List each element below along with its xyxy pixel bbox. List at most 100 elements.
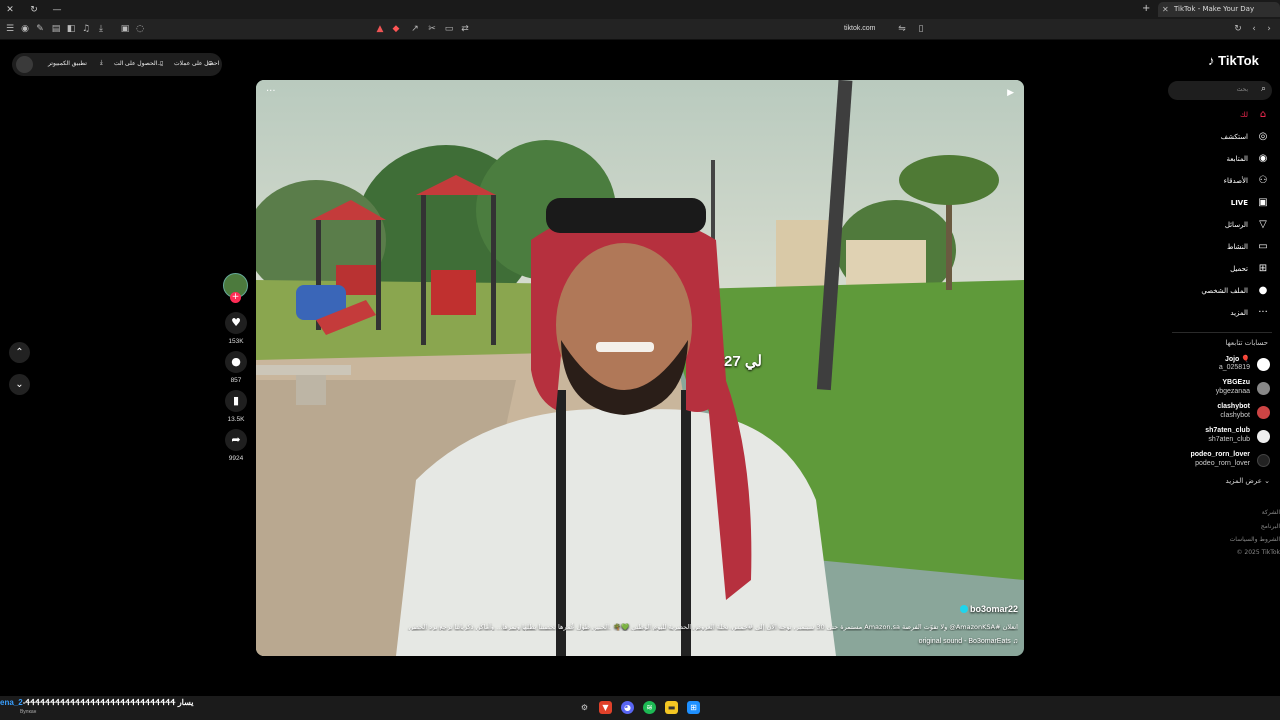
url-bar[interactable]: tiktok.com bbox=[844, 25, 876, 32]
chat-icon[interactable]: ◌ bbox=[134, 23, 146, 35]
following-icon: ◉ bbox=[1258, 153, 1268, 164]
sidebar-label: استكشف bbox=[1220, 133, 1248, 141]
comment-count: 857 bbox=[230, 377, 242, 384]
sidebar-item-messages[interactable]: الرسائل ▽ bbox=[1172, 218, 1272, 232]
menu-icon[interactable]: ☰ bbox=[4, 23, 16, 35]
sound-label[interactable]: original sound - Bo3omarEats bbox=[919, 638, 1011, 645]
search-placeholder: بحث bbox=[1236, 86, 1248, 93]
sidebar-item-following[interactable]: المتابعة ◉ bbox=[1172, 152, 1272, 166]
video-sound[interactable]: original sound - Bo3omarEats ♫ bbox=[919, 638, 1018, 645]
sidebar-label: LIVE bbox=[1230, 199, 1248, 207]
file-explorer-icon[interactable]: ▬ bbox=[665, 701, 678, 714]
tool-icon-3[interactable]: ▭ bbox=[443, 23, 455, 35]
close-icon[interactable]: ✕ bbox=[4, 4, 16, 16]
footer-link[interactable]: البرنامج bbox=[1261, 523, 1280, 530]
toolbar: ☰ ◉ ✎ ▤ ◧ ♫ ⤓ ▣ ◌ ▲ ◆ ↗ ✂ ▭ ⇄ tiktok.com… bbox=[0, 19, 1280, 40]
play-icon[interactable]: ▶ bbox=[1007, 88, 1014, 98]
phone-icon: ▯ bbox=[160, 61, 164, 67]
music-icon[interactable]: ♫ bbox=[80, 23, 92, 35]
download-icon[interactable]: ⤓ bbox=[95, 23, 107, 35]
tab-tiktok[interactable]: ✕ TikTok - Make Your Day bbox=[1158, 2, 1280, 17]
author-handle[interactable]: bo3omar22 bbox=[970, 604, 1018, 614]
footer-link[interactable]: الشروط والسياسات bbox=[1230, 536, 1280, 543]
sidebar-item-live[interactable]: LIVE ▣ bbox=[1172, 196, 1272, 210]
follow-plus-icon[interactable]: + bbox=[230, 292, 241, 303]
next-video-chevron-down-icon[interactable]: ⌄ bbox=[9, 374, 30, 395]
tool-icon-1[interactable]: ↗ bbox=[409, 23, 421, 35]
followed-account[interactable]: podeo_rorn_lover podeo_rorn_lover bbox=[1160, 451, 1270, 471]
see-more-link[interactable]: عرض المزيد ⌄ bbox=[1226, 477, 1270, 485]
note-logo-icon: ♪ bbox=[1208, 53, 1215, 68]
chevron-down-icon: ⌄ bbox=[1264, 477, 1270, 485]
bookmark-icon[interactable]: ▯ bbox=[915, 23, 927, 35]
live-icon: ▣ bbox=[1258, 197, 1268, 208]
desktop-app-link[interactable]: تطبيق الكمبيوتر bbox=[48, 60, 87, 67]
comment-icon[interactable]: ● bbox=[225, 351, 247, 373]
windows-start-icon[interactable]: ⊞ bbox=[687, 701, 700, 714]
get-app-link[interactable]: الحصول على الت... bbox=[114, 60, 162, 67]
share-arrow-icon[interactable]: ➦ bbox=[225, 429, 247, 451]
top-actions-bar: تطبيق الكمبيوتر ⤓ الحصول على الت... ▯ اح… bbox=[12, 53, 222, 76]
account-handle: a_025819 bbox=[1218, 364, 1250, 371]
search-input[interactable]: بحث ⌕ bbox=[1168, 81, 1272, 100]
sidebar-item-friends[interactable]: الأصدقاء ⚇ bbox=[1172, 174, 1272, 188]
discord-icon[interactable]: ◕ bbox=[621, 701, 634, 714]
followed-account[interactable]: clashybot clashybot bbox=[1160, 403, 1270, 423]
sidebar-icon[interactable]: ◧ bbox=[65, 23, 77, 35]
user-avatar[interactable] bbox=[16, 56, 33, 73]
tabs-icon[interactable]: ▤ bbox=[50, 23, 62, 35]
more-options-icon[interactable]: ··· bbox=[266, 86, 276, 97]
footer-link[interactable]: الشركة bbox=[1262, 509, 1280, 516]
settings-gear-icon[interactable]: ⚙ bbox=[578, 701, 591, 714]
new-tab-icon[interactable]: + bbox=[1142, 3, 1150, 14]
followed-account[interactable]: sh7aten_club sh7aten_club bbox=[1160, 427, 1270, 447]
media-subtitle: Вулкан bbox=[20, 709, 37, 715]
sidebar-item-for-you[interactable]: لك ⌂ bbox=[1172, 108, 1272, 122]
activity-icon: ▭ bbox=[1258, 241, 1268, 252]
search-icon[interactable]: ⌕ bbox=[1261, 84, 1266, 94]
reload-icon[interactable]: ↻ bbox=[28, 4, 40, 16]
sidebar-label: الملف الشخصي bbox=[1201, 287, 1248, 295]
forward-icon[interactable]: › bbox=[1263, 23, 1275, 35]
screenshot-icon[interactable]: ▣ bbox=[119, 23, 131, 35]
sidebar-label: المزيد bbox=[1230, 309, 1248, 317]
avatar bbox=[1257, 430, 1270, 443]
following-accounts-title: حسابات تتابعها bbox=[1225, 339, 1268, 347]
previous-video-chevron-up-icon[interactable]: ⌃ bbox=[9, 342, 30, 363]
tool-icon-2[interactable]: ✂ bbox=[426, 23, 438, 35]
refresh-icon[interactable]: ↻ bbox=[1232, 23, 1244, 35]
account-handle: sh7aten_club bbox=[1208, 436, 1250, 443]
brave-icon[interactable]: ◆ bbox=[390, 23, 402, 35]
spotify-icon[interactable]: ≋ bbox=[643, 701, 656, 714]
video-player[interactable]: ··· ▶ لي 27 bo3omar22 انعلان #AmazonKSA@… bbox=[256, 80, 1024, 656]
logo-text: TikTok bbox=[1218, 53, 1259, 68]
sidebar-label: تحميل bbox=[1230, 265, 1248, 273]
friends-icon: ⚇ bbox=[1258, 175, 1268, 186]
sidebar-item-profile[interactable]: الملف الشخصي ● bbox=[1172, 284, 1272, 298]
followed-account[interactable]: YBGEzu ybgezanaa bbox=[1160, 379, 1270, 399]
sidebar-item-activity[interactable]: النشاط ▭ bbox=[1172, 240, 1272, 254]
sidebar-item-upload[interactable]: تحميل ⊞ bbox=[1172, 262, 1272, 276]
back-icon[interactable]: ‹ bbox=[1248, 23, 1260, 35]
brave-browser-icon[interactable]: ▼ bbox=[599, 701, 612, 714]
profile-icon: ● bbox=[1258, 285, 1268, 296]
extension-icon[interactable]: ✎ bbox=[34, 23, 46, 35]
sidebar-item-more[interactable]: المزيد ··· bbox=[1172, 306, 1272, 320]
tool-icon-4[interactable]: ⇄ bbox=[459, 23, 471, 35]
bookmark-icon[interactable]: ▮ bbox=[225, 390, 247, 412]
like-heart-icon[interactable]: ♥ bbox=[225, 312, 247, 334]
shield-icon[interactable]: ◉ bbox=[19, 23, 31, 35]
share-icon[interactable]: ⇋ bbox=[896, 23, 908, 35]
tab-close-icon[interactable]: ✕ bbox=[1162, 2, 1169, 17]
minimize-icon[interactable]: — bbox=[51, 4, 63, 16]
video-frame bbox=[256, 80, 1024, 656]
see-more-label: عرض المزيد bbox=[1225, 477, 1262, 485]
video-author[interactable]: bo3omar22 bbox=[959, 604, 1018, 614]
compass-icon: ◎ bbox=[1258, 131, 1268, 142]
os-taskbar: ena_2-ᏎᏎᏎᏎᏎᏎᏎᏎᏎᏎᏎᏎᏎᏎᏎᏎᏎᏎᏎᏎᏎᏎᏎᏎᏎᏎᏎᏎᏎᏎ يسا… bbox=[0, 696, 1280, 720]
followed-account[interactable]: Jojo 🎈 a_025819 bbox=[1160, 355, 1270, 375]
tab-title: TikTok - Make Your Day bbox=[1174, 5, 1255, 13]
tiktok-logo[interactable]: ♪ TikTok bbox=[1208, 53, 1259, 68]
adblock-icon[interactable]: ▲ bbox=[374, 23, 386, 35]
sidebar-item-explore[interactable]: استكشف ◎ bbox=[1172, 130, 1272, 144]
